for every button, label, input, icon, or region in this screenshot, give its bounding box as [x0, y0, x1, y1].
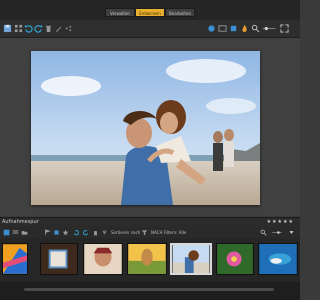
- layers-icon[interactable]: [229, 24, 238, 33]
- view-thumbnails-icon[interactable]: [3, 229, 10, 236]
- main-toolbar: [0, 20, 300, 38]
- star-icon[interactable]: [62, 229, 69, 236]
- thumbnail-7[interactable]: [258, 243, 298, 275]
- photo-viewer: [0, 38, 300, 216]
- folder-icon[interactable]: [21, 229, 28, 236]
- top-bar: Verwalten Entwickeln Bearbeiten: [0, 0, 300, 20]
- rotate-right-small-icon[interactable]: [82, 229, 89, 236]
- tab-edit[interactable]: Bearbeiten: [165, 8, 195, 17]
- thumb-size-slider[interactable]: [270, 229, 284, 236]
- tab-develop[interactable]: Entwickeln: [135, 8, 165, 17]
- fullscreen-icon[interactable]: [280, 24, 289, 33]
- scrollbar-thumb[interactable]: [24, 288, 274, 291]
- info-icon[interactable]: [207, 24, 216, 33]
- rotate-left-small-icon[interactable]: [73, 229, 80, 236]
- rating-stars[interactable]: ★★★★★: [267, 219, 294, 225]
- rotate-left-icon[interactable]: [24, 24, 33, 33]
- thumbnail-4[interactable]: [127, 243, 167, 275]
- filmstrip: [0, 238, 300, 282]
- mode-tabs: Verwalten Entwickeln Bearbeiten: [105, 8, 195, 17]
- rotate-right-icon[interactable]: [34, 24, 43, 33]
- grid-icon[interactable]: [14, 24, 23, 33]
- main-photo[interactable]: [31, 51, 260, 205]
- filmstrip-scrollbar[interactable]: [0, 282, 300, 300]
- collapse-icon[interactable]: [288, 229, 295, 236]
- thumbnail-6[interactable]: [216, 243, 254, 275]
- flame-icon[interactable]: [240, 24, 249, 33]
- filmstrip-header: Aufnahmespur ★★★★★: [0, 217, 300, 227]
- view-list-icon[interactable]: [12, 229, 19, 236]
- sort-dropdown[interactable]: Sortieren nach: [111, 229, 140, 236]
- delete-icon[interactable]: [44, 24, 53, 33]
- thumbnail-2[interactable]: [40, 243, 78, 275]
- edit-icon[interactable]: [54, 24, 63, 33]
- tab-manage[interactable]: Verwalten: [105, 8, 135, 17]
- zoom-slider[interactable]: [262, 24, 276, 33]
- share-icon[interactable]: [64, 24, 73, 33]
- flag-icon[interactable]: [44, 229, 51, 236]
- sort-icon[interactable]: [101, 229, 108, 236]
- thumbnail-3[interactable]: [83, 243, 123, 275]
- save-icon[interactable]: [3, 24, 12, 33]
- filter-dropdown[interactable]: NACH Filtern: Alle: [151, 229, 186, 236]
- filmstrip-toolbar: Sortieren nach NACH Filtern: Alle: [0, 227, 300, 238]
- zoom-small-icon[interactable]: [260, 229, 267, 236]
- thumbnail-1[interactable]: [2, 243, 28, 275]
- layout-icon[interactable]: [218, 24, 227, 33]
- zoom-icon[interactable]: [251, 24, 260, 33]
- filmstrip-title: Aufnahmespur: [2, 219, 39, 225]
- filter-icon[interactable]: [141, 229, 148, 236]
- thumbnail-5-selected[interactable]: [170, 243, 212, 275]
- delete-small-icon[interactable]: [92, 229, 99, 236]
- tag-icon[interactable]: [53, 229, 60, 236]
